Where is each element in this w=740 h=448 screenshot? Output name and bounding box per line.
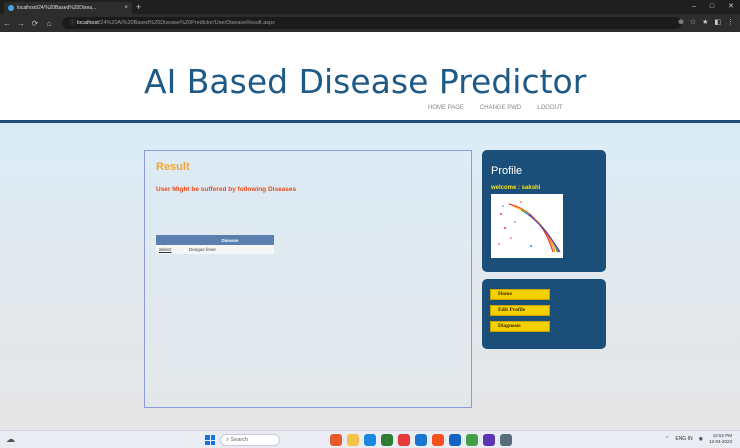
nav-change-pwd-link[interactable]: CHANGE PWD: [480, 105, 521, 111]
disease-cell: Dengue fever: [186, 245, 274, 254]
windows-taskbar: ☁ ⌕ Search ⌃ ENG IN ◉ 10:52 PM 12-04-202…: [0, 430, 740, 448]
table-header-disease: Disease: [186, 235, 274, 245]
clock-date: 12-04-2023: [708, 439, 732, 444]
profile-panel: Profile welcome : sakshi: [482, 150, 606, 272]
edit-profile-button[interactable]: Edit Profile: [490, 305, 550, 316]
url-host: localhost: [77, 20, 99, 26]
menu-panel: Home Edit Profile Diagnosis: [482, 279, 606, 349]
widgets-icon[interactable]: ☁: [6, 434, 15, 445]
favicon-icon: [8, 5, 14, 11]
back-icon[interactable]: ←: [0, 19, 14, 28]
welcome-text: welcome : sakshi: [491, 185, 541, 191]
profile-image: [491, 194, 563, 258]
taskbar-app-icon[interactable]: [381, 434, 393, 446]
taskbar-app-icon[interactable]: [330, 434, 342, 446]
profile-picture-graphic: [498, 201, 561, 253]
taskbar-app-icon[interactable]: [466, 434, 478, 446]
disease-table: Disease Select Dengue fever: [156, 235, 274, 254]
profile-heading: Profile: [491, 165, 523, 177]
home-button[interactable]: Home: [490, 289, 550, 300]
header-divider: [0, 120, 740, 123]
nav-logout-link[interactable]: LOGOUT: [537, 105, 562, 111]
zoom-icon[interactable]: ⊕: [678, 17, 684, 29]
result-panel: Result User Might be suffered by followi…: [144, 150, 472, 408]
start-icon[interactable]: [205, 435, 215, 445]
close-window-button[interactable]: ✕: [728, 1, 734, 13]
table-row: Select Dengue fever: [156, 245, 274, 254]
taskbar-app-icon[interactable]: [500, 434, 512, 446]
diagnosis-button[interactable]: Diagnosis: [490, 321, 550, 332]
taskbar-app-icon[interactable]: [449, 434, 461, 446]
table-header-action: [156, 235, 186, 245]
web-page: AI Based Disease Predictor HOME PAGE CHA…: [0, 32, 740, 430]
browser-tab[interactable]: localhost/24/%20Based%20Disea... ×: [4, 2, 132, 14]
forward-icon[interactable]: →: [14, 19, 28, 28]
taskbar-app-icon[interactable]: [415, 434, 427, 446]
taskbar-app-icon[interactable]: [364, 434, 376, 446]
extensions-icon[interactable]: ★: [702, 17, 708, 29]
site-header: AI Based Disease Predictor HOME PAGE CHA…: [0, 32, 740, 120]
system-tray: ⌃ ENG IN ◉ 10:52 PM 12-04-2023: [665, 433, 732, 445]
result-heading: Result: [156, 161, 190, 173]
site-title: AI Based Disease Predictor: [144, 62, 587, 101]
clock[interactable]: 10:52 PM 12-04-2023: [709, 433, 732, 445]
tray-chevron-icon[interactable]: ⌃: [665, 436, 669, 442]
url-path: /24%20AI%20Based%20Disease%20Predictor/U…: [98, 20, 275, 26]
tab-close-icon[interactable]: ×: [124, 5, 128, 11]
tab-title: localhost/24/%20Based%20Disea...: [17, 5, 97, 11]
language-indicator[interactable]: ENG IN: [675, 436, 692, 442]
network-icon[interactable]: ◉: [699, 436, 703, 442]
taskbar-search-label: Search: [230, 437, 249, 443]
top-nav: HOME PAGE CHANGE PWD LOGOUT: [428, 105, 563, 111]
menu-icon[interactable]: ⋮: [727, 17, 734, 29]
home-icon[interactable]: ⌂: [42, 19, 56, 28]
window-controls: – □ ✕: [692, 1, 734, 13]
sidebar-icon[interactable]: ◧: [714, 17, 721, 29]
new-tab-button[interactable]: +: [136, 1, 141, 13]
bookmark-icon[interactable]: ☆: [690, 17, 696, 29]
result-message: User Might be suffered by following Dise…: [156, 186, 297, 193]
taskbar-search[interactable]: ⌕ Search: [220, 434, 280, 446]
maximize-button[interactable]: □: [710, 1, 714, 13]
minimize-button[interactable]: –: [692, 1, 696, 13]
taskbar-app-icon[interactable]: [347, 434, 359, 446]
taskbar-app-icon[interactable]: [483, 434, 495, 446]
table-header-row: Disease: [156, 235, 274, 245]
browser-toolbar: ⊕ ☆ ★ ◧ ⋮: [678, 17, 734, 29]
taskbar-app-icon[interactable]: [432, 434, 444, 446]
url-field[interactable]: ⓘ localhost/24%20AI%20Based%20Disease%20…: [62, 17, 682, 29]
address-bar-row: ← → ⟳ ⌂ ⓘ localhost/24%20AI%20Based%20Di…: [0, 14, 740, 32]
taskbar-apps: [330, 434, 512, 446]
select-link[interactable]: Select: [156, 245, 186, 254]
nav-home-link[interactable]: HOME PAGE: [428, 105, 464, 111]
taskbar-app-icon[interactable]: [398, 434, 410, 446]
browser-tab-bar: localhost/24/%20Based%20Disea... × + – □…: [0, 0, 740, 14]
reload-icon[interactable]: ⟳: [28, 19, 42, 28]
